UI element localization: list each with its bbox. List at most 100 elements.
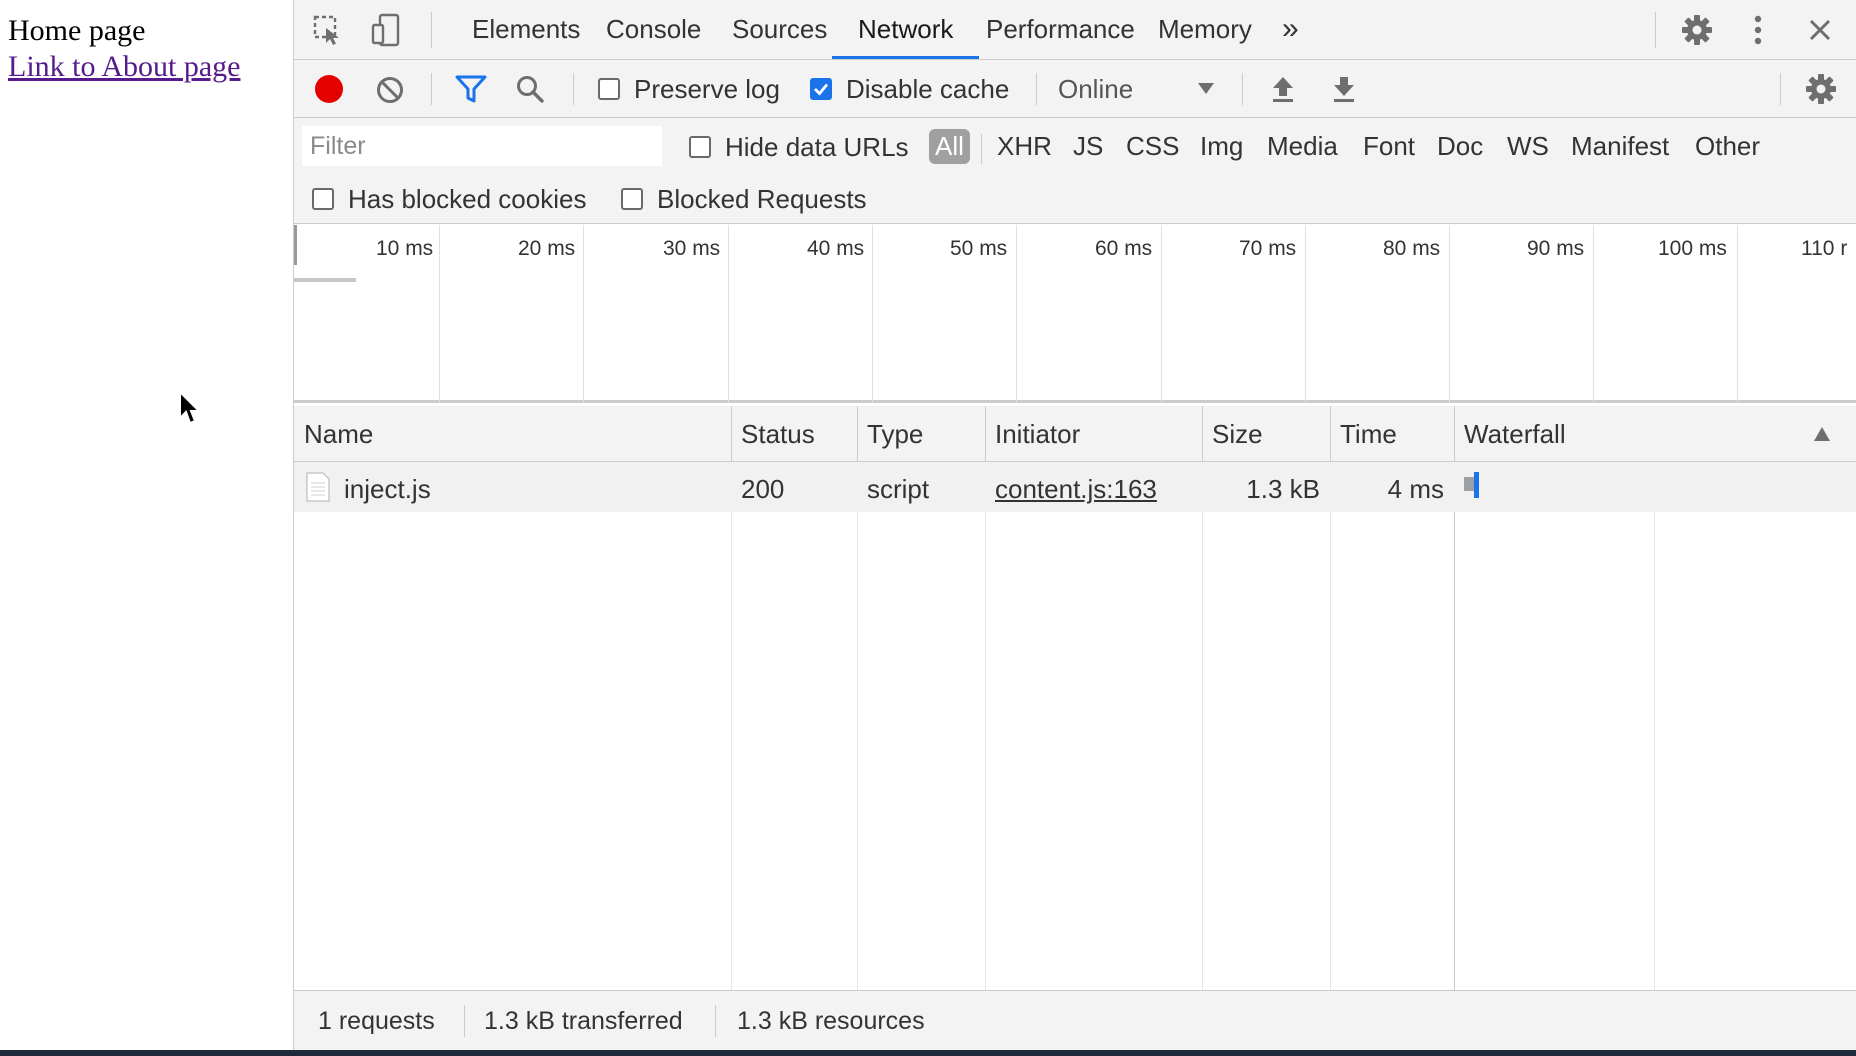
inspected-page: Home page Link to About page [0, 0, 293, 1050]
tab-network[interactable]: Network [832, 0, 980, 59]
network-overview[interactable]: 10 ms 20 ms 30 ms 40 ms 50 ms 60 ms 70 m… [294, 225, 1856, 403]
overview-tick-label: 20 ms [518, 237, 576, 260]
overview-gridline [1305, 225, 1306, 403]
blocked-requests-toggle[interactable]: Blocked Requests [621, 182, 867, 216]
chevron-down-icon [1198, 83, 1214, 94]
file-icon [306, 472, 330, 502]
overview-tick-label: 60 ms [1095, 237, 1153, 260]
filter-type-doc[interactable]: Doc [1431, 129, 1489, 164]
filter-type-all[interactable]: All [929, 129, 970, 164]
record-button[interactable] [314, 74, 344, 104]
column-header-size[interactable]: Size [1202, 406, 1330, 462]
overview-tick-label: 30 ms [663, 237, 721, 260]
gear-icon[interactable] [1677, 10, 1717, 50]
toolbar-divider [1655, 12, 1656, 48]
column-header-status[interactable]: Status [731, 406, 857, 462]
sort-ascending-icon[interactable] [1814, 427, 1830, 441]
overview-gridline [1737, 225, 1738, 403]
request-name[interactable]: inject.js [344, 462, 431, 512]
overview-tick-label: 70 ms [1239, 237, 1297, 260]
overview-gridline [1161, 225, 1162, 403]
filter-type-ws[interactable]: WS [1501, 129, 1555, 164]
blocked-requests-label: Blocked Requests [657, 183, 867, 214]
waterfall-download-bar[interactable] [1474, 472, 1479, 498]
column-divider [1654, 462, 1655, 990]
device-toolbar-icon[interactable] [366, 10, 406, 50]
overview-gridline [728, 225, 729, 403]
has-blocked-cookies-checkbox[interactable] [312, 188, 334, 210]
filter-type-js[interactable]: JS [1067, 129, 1109, 164]
request-type: script [867, 474, 930, 504]
filter-type-xhr[interactable]: XHR [991, 129, 1058, 164]
filter-bar: Hide data URLs All XHR JS CSS Img Media … [294, 118, 1856, 224]
preserve-log-label: Preserve log [634, 73, 780, 104]
more-tabs-button[interactable]: » [1256, 0, 1325, 59]
request-size: 1.3 kB [1246, 474, 1320, 504]
disable-cache-toggle[interactable]: Disable cache [810, 72, 1009, 106]
export-har-icon[interactable] [1331, 74, 1357, 104]
filter-type-manifest[interactable]: Manifest [1565, 129, 1675, 164]
close-icon[interactable] [1800, 10, 1840, 50]
disable-cache-checkbox[interactable] [810, 78, 832, 100]
overview-gridline [872, 225, 873, 403]
hide-data-urls-checkbox[interactable] [689, 136, 711, 158]
blocked-requests-checkbox[interactable] [621, 188, 643, 210]
initiator-link[interactable]: content.js:163 [995, 462, 1157, 512]
overview-gridline [1016, 225, 1017, 403]
summary-bar: 1 requests 1.3 kB transferred 1.3 kB res… [294, 990, 1856, 1050]
summary-transferred: 1.3 kB transferred [484, 1007, 683, 1035]
column-header-type[interactable]: Type [857, 406, 985, 462]
preserve-log-toggle[interactable]: Preserve log [598, 72, 780, 106]
search-icon[interactable] [515, 74, 545, 104]
filter-type-media[interactable]: Media [1261, 129, 1344, 164]
has-blocked-cookies-label: Has blocked cookies [348, 183, 587, 214]
inspect-element-icon[interactable] [308, 10, 348, 50]
column-divider [1454, 462, 1455, 990]
filter-icon[interactable] [455, 74, 487, 104]
disable-cache-label: Disable cache [846, 73, 1010, 104]
devtools-panel: Elements Console Sources Network Perform… [293, 0, 1856, 1050]
preserve-log-checkbox[interactable] [598, 78, 620, 100]
filter-type-css[interactable]: CSS [1120, 129, 1185, 164]
waterfall-queue-bar [1464, 477, 1474, 491]
import-har-icon[interactable] [1270, 74, 1296, 104]
toolbar-divider [1036, 73, 1037, 105]
overview-tick-label: 40 ms [807, 237, 865, 260]
overview-gridline [439, 225, 440, 403]
column-header-waterfall[interactable]: Waterfall [1454, 406, 1754, 462]
overview-tick-label: 110 r [1801, 237, 1848, 260]
kebab-menu-icon[interactable] [1738, 10, 1778, 50]
overview-drag-handle[interactable] [294, 225, 297, 265]
has-blocked-cookies-toggle[interactable]: Has blocked cookies [312, 182, 586, 216]
requests-table-header: Name Status Type Initiator Size Time Wat… [294, 406, 1856, 462]
request-time: 4 ms [1387, 474, 1444, 504]
column-header-time[interactable]: Time [1330, 406, 1454, 462]
toolbar-divider [573, 73, 574, 105]
overview-gridline [583, 225, 584, 403]
summary-divider [715, 1005, 716, 1037]
toolbar-divider [1242, 73, 1243, 105]
filter-type-other[interactable]: Other [1689, 129, 1766, 164]
filter-input[interactable] [302, 126, 662, 166]
network-settings-gear-icon[interactable] [1805, 73, 1837, 105]
column-divider [731, 462, 732, 990]
network-toolbar: Preserve log Disable cache Online [294, 60, 1856, 118]
table-row[interactable]: inject.js 200 script content.js:163 1.3 … [294, 462, 1856, 512]
hide-data-urls-toggle[interactable]: Hide data URLs [689, 130, 909, 164]
column-divider [857, 462, 858, 990]
filter-type-font[interactable]: Font [1357, 129, 1421, 164]
summary-divider [464, 1005, 465, 1037]
throttling-select[interactable]: Online [1058, 72, 1228, 106]
toolbar-divider [1780, 73, 1781, 105]
column-header-name[interactable]: Name [294, 406, 731, 462]
about-page-link[interactable]: Link to About page [8, 50, 240, 84]
clear-icon[interactable] [375, 75, 405, 105]
filter-type-img[interactable]: Img [1194, 129, 1249, 164]
column-header-initiator[interactable]: Initiator [985, 406, 1202, 462]
filter-divider [981, 134, 982, 164]
tab-performance[interactable]: Performance [960, 0, 1161, 59]
overview-request-bar [294, 278, 356, 282]
overview-gridline [1449, 225, 1450, 403]
column-divider [1202, 462, 1203, 990]
devtools-tabbar: Elements Console Sources Network Perform… [294, 0, 1856, 60]
